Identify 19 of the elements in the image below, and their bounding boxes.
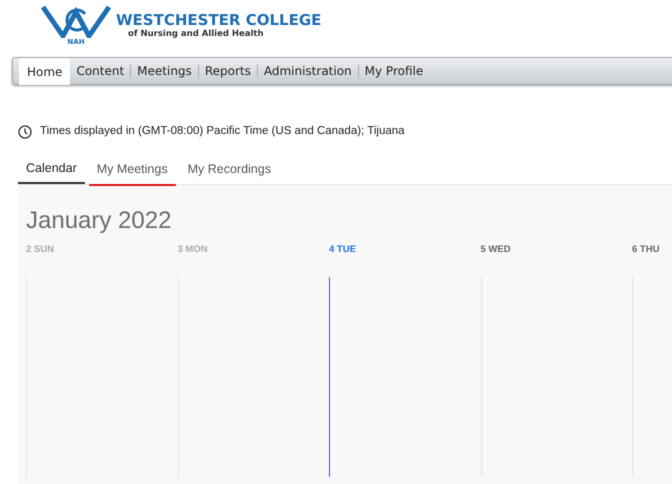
day-header: 5 WED	[480, 244, 511, 256]
day-header: 3 MON	[178, 244, 208, 256]
day-header: 2 SUN	[26, 244, 54, 256]
tab[interactable]: My Recordings	[180, 154, 279, 184]
timezone-text: Times displayed in (GMT-08:00) Pacific Time (US and Canada); Tijuana	[40, 124, 405, 139]
logo-mark-icon	[41, 4, 111, 38]
day-header: 6 THU	[632, 244, 660, 256]
calendar-month-title: January 2022	[25, 206, 172, 236]
nav-tab[interactable]: Content	[70, 58, 130, 84]
tab[interactable]: My Meetings	[88, 154, 176, 184]
nav-tab[interactable]: Administration	[258, 58, 358, 84]
nav-tab[interactable]: Home	[19, 58, 70, 85]
college-tagline: of Nursing and Allied Health	[127, 28, 265, 41]
nav-tab[interactable]: My Profile	[358, 58, 430, 84]
nav-tab[interactable]: Meetings	[131, 58, 198, 84]
nav-tab[interactable]: Reports	[198, 58, 257, 84]
day-header: 4 TUE	[329, 244, 356, 256]
college-name: WESTCHESTER COLLEGE	[116, 12, 322, 28]
clock-icon	[18, 124, 32, 139]
